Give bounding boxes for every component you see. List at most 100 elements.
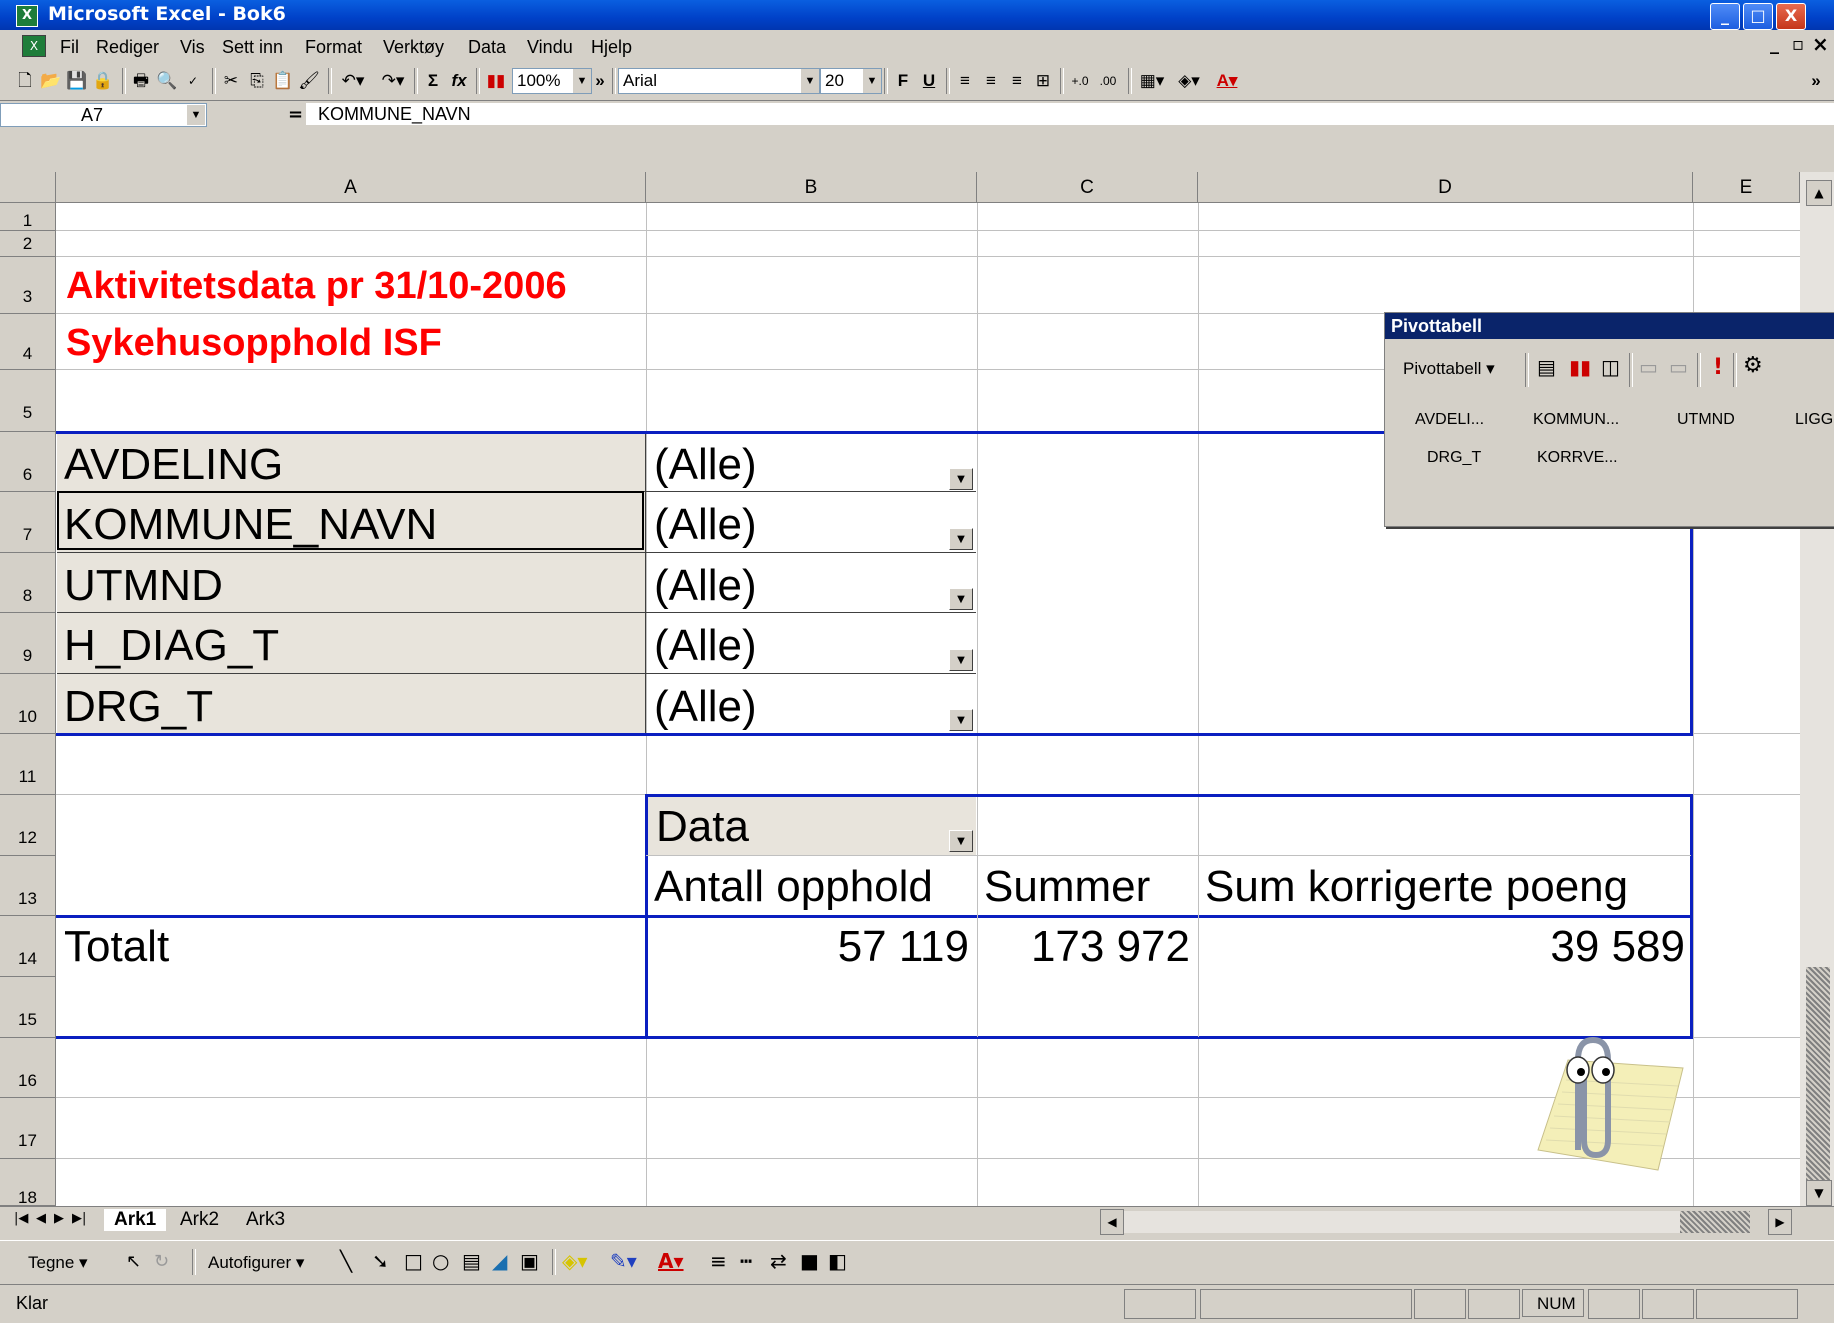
autosum-icon[interactable]: Σ <box>422 68 444 94</box>
fill-color-draw-icon[interactable]: ◈▾ <box>562 1249 587 1273</box>
scroll-up-icon[interactable]: ▲ <box>1806 180 1832 206</box>
select-objects-icon[interactable]: ↖ <box>126 1251 141 1272</box>
filter-value-kommune-navn[interactable]: (Alle) <box>654 500 757 550</box>
align-right-icon[interactable]: ≡ <box>1006 68 1028 94</box>
row-header-6[interactable]: 6 <box>0 432 56 492</box>
pivot-field-korrve[interactable]: KORRVE... <box>1537 449 1618 467</box>
spelling-icon[interactable]: ✓ <box>182 68 204 94</box>
row-header-8[interactable]: 8 <box>0 553 56 613</box>
save-icon[interactable]: 💾 <box>66 68 88 94</box>
menu-rediger[interactable]: Rediger <box>96 37 159 58</box>
borders-icon[interactable]: ▦▾ <box>1136 68 1168 94</box>
minimize-button[interactable]: _ <box>1710 3 1740 30</box>
col-header-d[interactable]: D <box>1198 172 1693 203</box>
scroll-down-icon[interactable]: ▼ <box>1806 1180 1832 1206</box>
row-header-1[interactable]: 1 <box>0 203 56 231</box>
col-header-e[interactable]: E <box>1693 172 1800 203</box>
doc-minimize-button[interactable]: _ <box>1770 34 1779 55</box>
pivot-table-toolbar[interactable]: Pivottabell Pivottabell ▾ ▤ ▮▮ ◫ ▭ ▭ ! ⚙… <box>1384 312 1834 527</box>
show-detail-icon[interactable]: ▭ <box>1669 355 1688 379</box>
total-antall-opphold[interactable]: 57 119 <box>646 922 969 972</box>
free-rotate-icon[interactable]: ↻ <box>154 1251 169 1272</box>
toolbar-overflow-icon[interactable]: » <box>1808 68 1824 94</box>
pivot-field-avdeli[interactable]: AVDELI... <box>1415 411 1484 429</box>
col-header-a[interactable]: A <box>56 172 646 203</box>
print-preview-icon[interactable]: 🔍 <box>156 68 178 94</box>
tegne-menu[interactable]: Tegne ▾ <box>28 1253 88 1273</box>
header-antall-opphold[interactable]: Antall opphold <box>654 862 933 912</box>
text-box-icon[interactable]: ▤ <box>462 1249 481 1273</box>
chart-wizard-icon[interactable]: ▮▮ <box>484 68 508 94</box>
sheet-tab-ark3[interactable]: Ark3 <box>236 1209 295 1231</box>
font-color-icon[interactable]: A▾ <box>1210 68 1244 94</box>
fill-color-icon[interactable]: ◈▾ <box>1172 68 1206 94</box>
arrow-icon[interactable]: ➘ <box>372 1249 389 1273</box>
chevron-down-icon[interactable]: ▼ <box>949 709 973 731</box>
total-label[interactable]: Totalt <box>64 922 169 972</box>
field-settings-icon[interactable]: ⚙ <box>1743 353 1763 378</box>
pivot-chart-icon[interactable]: ▮▮ <box>1569 355 1591 379</box>
row-header-12[interactable]: 12 <box>0 795 56 856</box>
chevron-down-icon[interactable]: ▼ <box>801 69 819 93</box>
line-color-icon[interactable]: ✎▾ <box>610 1249 637 1273</box>
scroll-left-icon[interactable]: ◀ <box>1100 1209 1124 1235</box>
menu-format[interactable]: Format <box>305 37 362 58</box>
scroll-right-icon[interactable]: ▶ <box>1768 1209 1792 1235</box>
row-header-16[interactable]: 16 <box>0 1038 56 1098</box>
toolbar-more-icon[interactable]: » <box>592 68 608 94</box>
undo-icon[interactable]: ↶▾ <box>336 68 370 94</box>
last-sheet-icon[interactable]: ▶| <box>72 1211 86 1226</box>
redo-icon[interactable]: ↷▾ <box>376 68 410 94</box>
row-header-9[interactable]: 9 <box>0 613 56 674</box>
filter-value-avdeling[interactable]: (Alle) <box>654 440 757 490</box>
menu-data[interactable]: Data <box>468 37 506 58</box>
excel-app-icon[interactable]: X <box>16 5 38 27</box>
active-cell-a7[interactable] <box>57 491 644 550</box>
select-all-corner[interactable] <box>0 172 56 203</box>
row-header-3[interactable]: 3 <box>0 257 56 314</box>
wordart-icon[interactable]: ◢ <box>492 1249 507 1273</box>
row-header-2[interactable]: 2 <box>0 231 56 257</box>
chevron-down-icon[interactable]: ▼ <box>949 588 973 610</box>
autofigurer-menu[interactable]: Autofigurer ▾ <box>208 1253 304 1273</box>
doc-restore-button[interactable]: ▫ <box>1792 34 1804 55</box>
chevron-down-icon[interactable]: ▼ <box>573 69 591 93</box>
menu-sett-inn[interactable]: Sett inn <box>222 37 283 58</box>
filter-value-utmnd[interactable]: (Alle) <box>654 561 757 611</box>
align-center-icon[interactable]: ≡ <box>980 68 1002 94</box>
sheet-tab-ark1[interactable]: Ark1 <box>104 1209 167 1231</box>
paste-icon[interactable]: 📋 <box>272 68 294 94</box>
format-painter-icon[interactable]: 🖌 <box>298 68 320 94</box>
font-size-combo[interactable]: 20 ▼ <box>820 68 882 94</box>
pivot-field-ligg[interactable]: LIGG <box>1795 411 1833 429</box>
next-sheet-icon[interactable]: ▶ <box>54 1211 64 1226</box>
row-header-4[interactable]: 4 <box>0 314 56 370</box>
first-sheet-icon[interactable]: |◀ <box>14 1211 28 1226</box>
3d-style-icon[interactable]: ◧ <box>828 1249 847 1273</box>
row-header-7[interactable]: 7 <box>0 492 56 553</box>
row-header-14[interactable]: 14 <box>0 916 56 977</box>
row-header-18[interactable]: 18 <box>0 1159 56 1206</box>
chevron-down-icon[interactable]: ▼ <box>187 105 205 125</box>
filter-field-avdeling[interactable]: AVDELING <box>64 440 283 490</box>
menu-verktoy[interactable]: Verktøy <box>383 37 444 58</box>
new-icon[interactable]: 🗋 <box>14 68 36 94</box>
filter-field-h-diag-t[interactable]: H_DIAG_T <box>64 621 279 671</box>
pivot-menu-button[interactable]: Pivottabell ▾ <box>1403 359 1495 379</box>
print-icon[interactable]: 🖶 <box>130 68 152 94</box>
permission-icon[interactable]: 🔒 <box>92 68 114 94</box>
chevron-down-icon[interactable]: ▼ <box>863 69 881 93</box>
pivot-field-kommun[interactable]: KOMMUN... <box>1533 411 1619 429</box>
filter-field-drg-t[interactable]: DRG_T <box>64 682 213 732</box>
refresh-data-icon[interactable]: ! <box>1713 355 1723 380</box>
copy-icon[interactable]: ⎘ <box>246 68 268 94</box>
close-button[interactable]: X <box>1776 3 1806 30</box>
pivot-wizard-icon[interactable]: ◫ <box>1601 355 1620 379</box>
scroll-thumb[interactable] <box>1806 967 1830 1192</box>
menu-fil[interactable]: Fil <box>60 37 79 58</box>
document-icon[interactable]: X <box>22 35 46 57</box>
rectangle-icon[interactable]: □ <box>404 1249 423 1273</box>
row-header-17[interactable]: 17 <box>0 1098 56 1159</box>
hide-detail-icon[interactable]: ▭ <box>1639 355 1658 379</box>
clip-art-icon[interactable]: ▣ <box>520 1249 539 1273</box>
